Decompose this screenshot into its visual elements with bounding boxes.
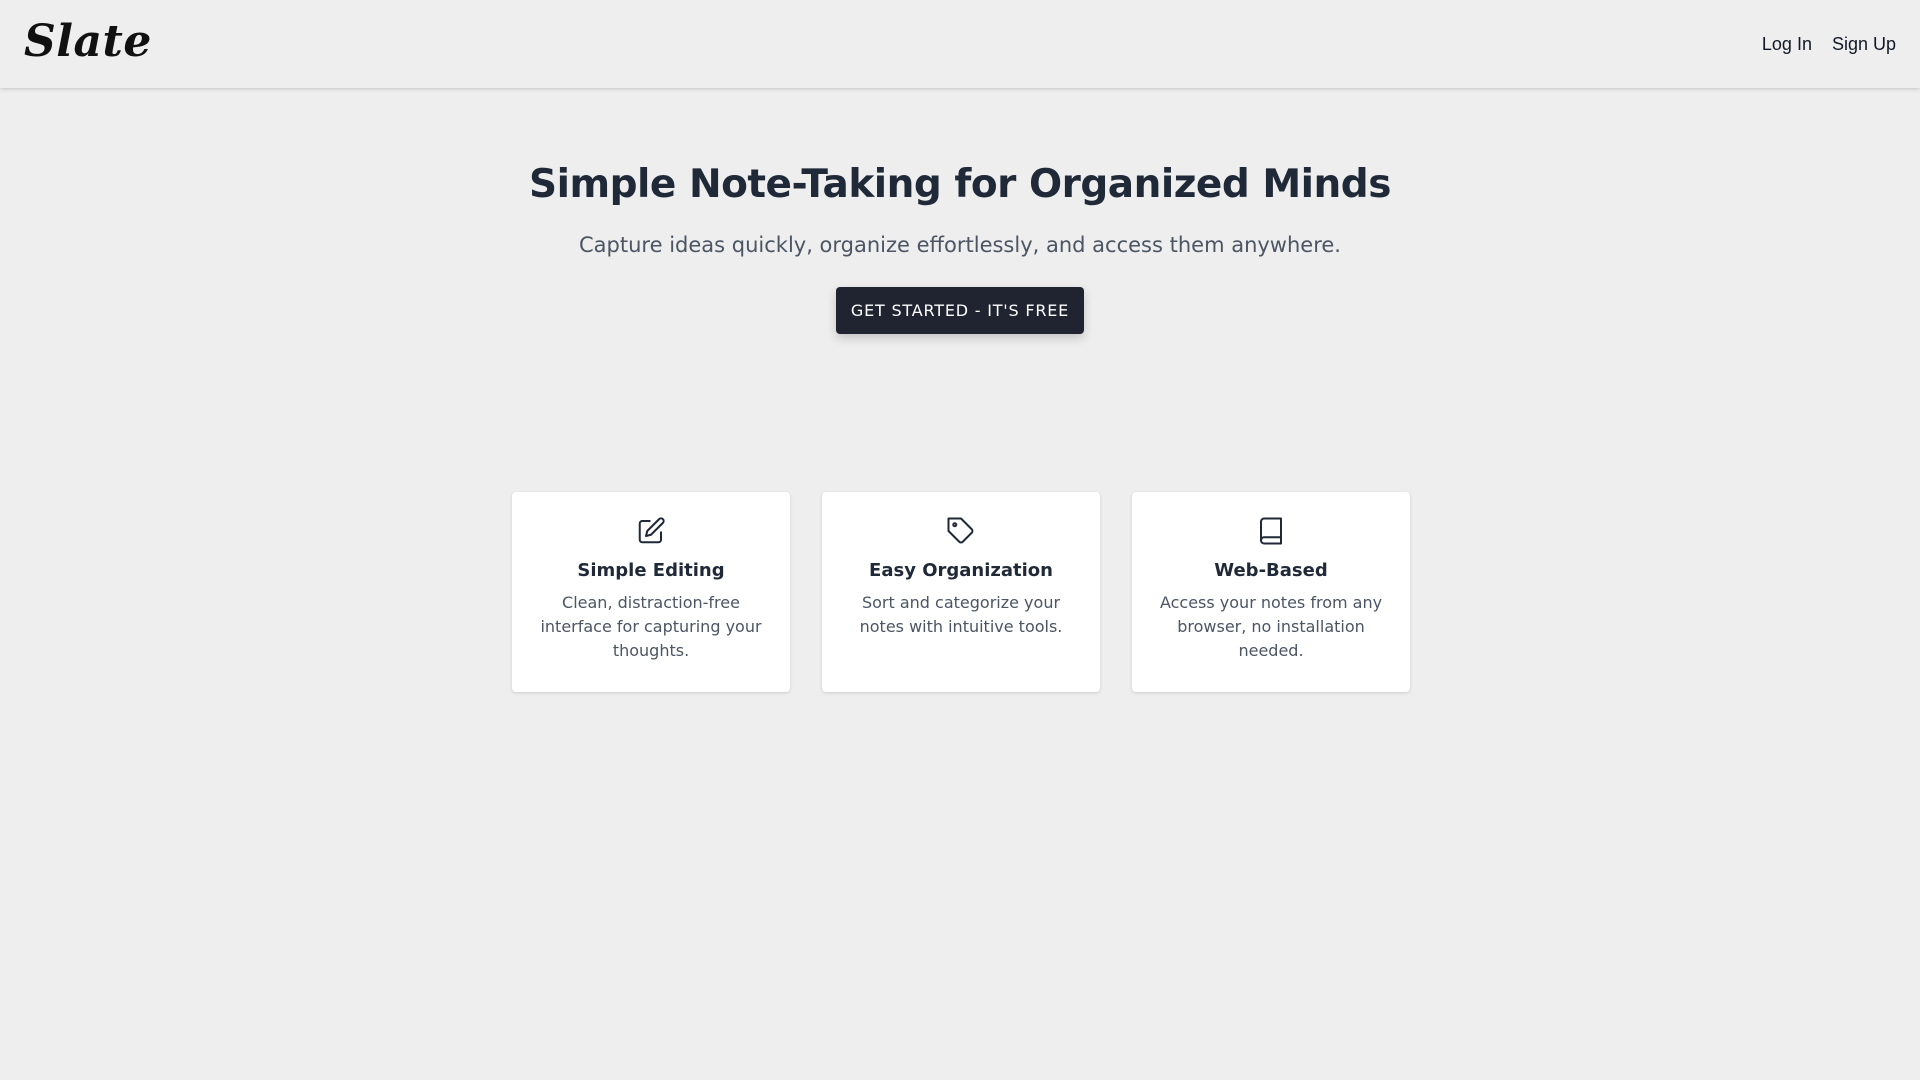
hero-section: Simple Note-Taking for Organized Minds C… [0, 88, 1920, 334]
tag-icon [946, 516, 976, 546]
edit-icon [636, 516, 666, 546]
login-link[interactable]: Log In [1762, 34, 1812, 55]
slate-logo[interactable]: Slate [24, 20, 152, 64]
top-navbar: Slate Log In Sign Up [0, 0, 1920, 88]
feature-card-easy-organization: Easy Organization Sort and categorize yo… [822, 492, 1100, 692]
feature-description: Access your notes from any browser, no i… [1159, 593, 1383, 660]
hero-title: Simple Note-Taking for Organized Minds [529, 162, 1391, 207]
feature-title: Easy Organization [869, 560, 1053, 581]
feature-description: Clean, distraction-free interface for ca… [540, 593, 762, 660]
feature-title: Simple Editing [577, 560, 725, 581]
hero-subtitle: Capture ideas quickly, organize effortle… [579, 233, 1341, 257]
book-icon [1256, 516, 1286, 546]
feature-title: Web-Based [1214, 560, 1328, 581]
feature-card-web-based: Web-Based Access your notes from any bro… [1132, 492, 1410, 692]
signup-link[interactable]: Sign Up [1832, 34, 1896, 55]
feature-card-simple-editing: Simple Editing Clean, distraction-free i… [512, 492, 790, 692]
feature-description: Sort and categorize your notes with intu… [859, 593, 1063, 636]
features-row: Simple Editing Clean, distraction-free i… [512, 492, 1410, 692]
get-started-button[interactable]: GET STARTED - IT'S FREE [836, 287, 1084, 334]
header-nav: Log In Sign Up [1762, 34, 1896, 55]
